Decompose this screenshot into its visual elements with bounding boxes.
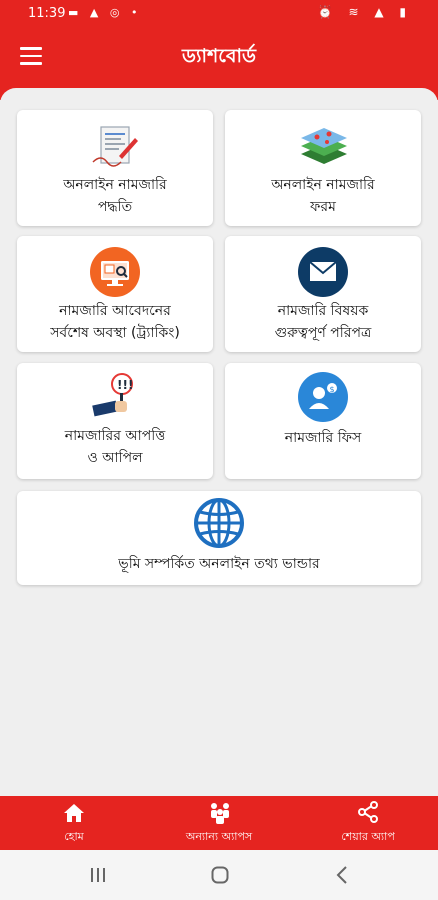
svg-text:!!!: !!!: [117, 378, 133, 392]
back-icon[interactable]: [336, 866, 348, 884]
card-label-line2: ও আপিল: [87, 450, 143, 466]
people-icon: [211, 803, 229, 824]
nav-share-app-label: শেয়ার অ্যাপ: [341, 830, 395, 843]
envelope-icon: [297, 246, 349, 302]
objection-hand-icon: !!!: [89, 371, 141, 425]
system-nav-bar: [0, 850, 438, 900]
card-mutation-fee[interactable]: $ নামজারি ফিস: [225, 363, 421, 479]
system-status-icons: ⏰ ≋ ▲ ▮: [317, 5, 412, 19]
globe-icon: [193, 497, 245, 553]
card-objection-appeal[interactable]: !!! নামজারির আপত্তি ও আপিল: [17, 363, 213, 479]
nav-share-app[interactable]: শেয়ার অ্যাপ: [318, 796, 418, 850]
fee-person-icon: $: [297, 371, 349, 427]
card-label-line1: অনলাইন নামজারি: [271, 177, 375, 193]
card-label-line2: সর্বশেষ অবস্থা (ট্র্যাকিং): [50, 325, 180, 341]
recents-icon[interactable]: [90, 867, 106, 883]
status-bar: 11:39 ▬ ▲ ◎ • ⏰ ≋ ▲ ▮: [0, 0, 438, 28]
card-label-line2: পদ্ধতি: [97, 199, 133, 215]
svg-text:$: $: [330, 385, 335, 394]
nav-other-apps[interactable]: অন্যান্য অ্যাপস: [160, 796, 278, 850]
card-label-line1: নামজারি আবেদনের: [59, 303, 171, 319]
card-label-line2: ফরম: [310, 199, 336, 215]
card-label-line1: অনলাইন নামজারি: [63, 177, 167, 193]
page-title: ড্যাশবোর্ড: [182, 45, 256, 67]
home-button-icon[interactable]: [211, 866, 229, 884]
card-online-mutation-form[interactable]: অনলাইন নামজারি ফরম: [225, 110, 421, 226]
card-label-line1: নামজারির আপত্তি: [64, 428, 166, 444]
application-form-icon: [91, 124, 141, 172]
card-application-tracking[interactable]: নামজারি আবেদনের সর্বশেষ অবস্থা (ট্র্যাকি…: [17, 236, 213, 352]
dashboard-content: অনলাইন নামজারি পদ্ধতি অনলাইন নামজারি ফরম: [0, 88, 438, 796]
nav-other-apps-label: অন্যান্য অ্যাপস: [185, 830, 253, 843]
home-icon: [64, 804, 84, 822]
card-important-circulars[interactable]: নামজারি বিষয়ক গুরুত্বপূর্ণ পরিপত্র: [225, 236, 421, 352]
nav-home-label: হোম: [64, 830, 84, 843]
bottom-nav: হোম অন্যান্য অ্যাপস শেয়ার অ্যাপ: [0, 796, 438, 850]
card-label-line2: গুরুত্বপূর্ণ পরিপত্র: [274, 325, 372, 341]
share-icon: [358, 801, 378, 823]
nav-home[interactable]: হোম: [30, 796, 118, 850]
card-online-mutation-method[interactable]: অনলাইন নামজারি পদ্ধতি: [17, 110, 213, 226]
notification-icons: ▬ ▲ ◎ •: [68, 6, 142, 19]
layered-map-icon: [297, 124, 351, 172]
card-label-line1: ভূমি সম্পর্কিত অনলাইন তথ্য ভান্ডার: [118, 556, 320, 572]
card-land-online-database[interactable]: ভূমি সম্পর্কিত অনলাইন তথ্য ভান্ডার: [17, 491, 421, 585]
card-label-line1: নামজারি বিষয়ক: [277, 303, 369, 319]
status-time: 11:39: [28, 6, 66, 21]
monitor-search-icon: [89, 246, 141, 302]
card-label-line1: নামজারি ফিস: [284, 430, 362, 446]
